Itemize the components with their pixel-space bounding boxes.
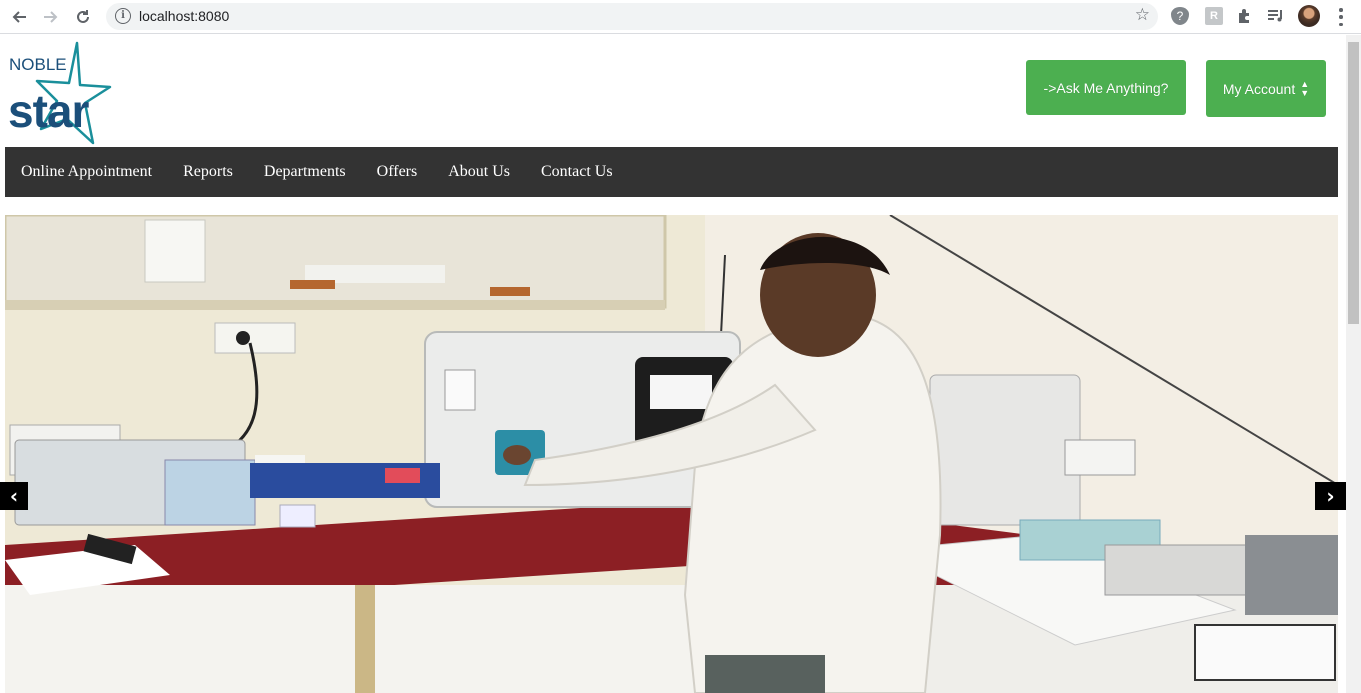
my-account-label: My Account <box>1222 80 1296 97</box>
extensions-puzzle-icon[interactable] <box>1236 7 1254 25</box>
caret-down-icon: ▲ ▼ <box>1300 78 1310 98</box>
my-account-button[interactable]: My Account ▲ ▼ <box>1206 60 1326 117</box>
back-icon[interactable] <box>7 5 31 29</box>
logo-text-noble: NOBLE <box>9 55 67 74</box>
browser-menu-icon[interactable] <box>1335 7 1347 27</box>
bookmark-star-icon[interactable]: ☆ <box>1135 5 1150 25</box>
page-scrollbar[interactable] <box>1346 35 1361 693</box>
profile-avatar[interactable] <box>1298 5 1320 27</box>
noble-star-logo[interactable]: NOBLE star <box>7 41 113 145</box>
slide-prev-button[interactable]: ‹ <box>0 482 28 510</box>
reload-icon[interactable] <box>71 5 95 29</box>
site-info-icon[interactable]: i <box>115 8 131 24</box>
extension-shield-icon[interactable]: ? <box>1171 7 1189 25</box>
nav-online-appointment[interactable]: Online Appointment <box>5 147 167 197</box>
scrollbar-thumb[interactable] <box>1348 42 1359 324</box>
slide-next-button[interactable]: › <box>1315 482 1346 510</box>
nav-reports[interactable]: Reports <box>167 147 248 197</box>
page-viewport: NOBLE star ->Ask Me Anything? My Account… <box>0 35 1346 693</box>
url-text[interactable]: localhost:8080 <box>139 8 229 24</box>
forward-icon[interactable] <box>39 5 63 29</box>
nav-contact-us[interactable]: Contact Us <box>525 147 628 197</box>
hero-slide-image <box>5 215 1338 693</box>
browser-toolbar: i localhost:8080 ☆ ? R <box>0 0 1361 34</box>
ask-me-anything-button[interactable]: ->Ask Me Anything? <box>1026 60 1186 115</box>
address-bar[interactable]: i localhost:8080 ☆ <box>106 3 1158 30</box>
nav-departments[interactable]: Departments <box>248 147 361 197</box>
extension-r-icon[interactable]: R <box>1205 7 1223 25</box>
main-navbar: Online Appointment Reports Departments O… <box>5 147 1338 197</box>
nav-about-us[interactable]: About Us <box>432 147 525 197</box>
logo-text-star: star <box>8 85 89 137</box>
nav-offers[interactable]: Offers <box>361 147 433 197</box>
media-queue-icon[interactable] <box>1267 7 1285 25</box>
